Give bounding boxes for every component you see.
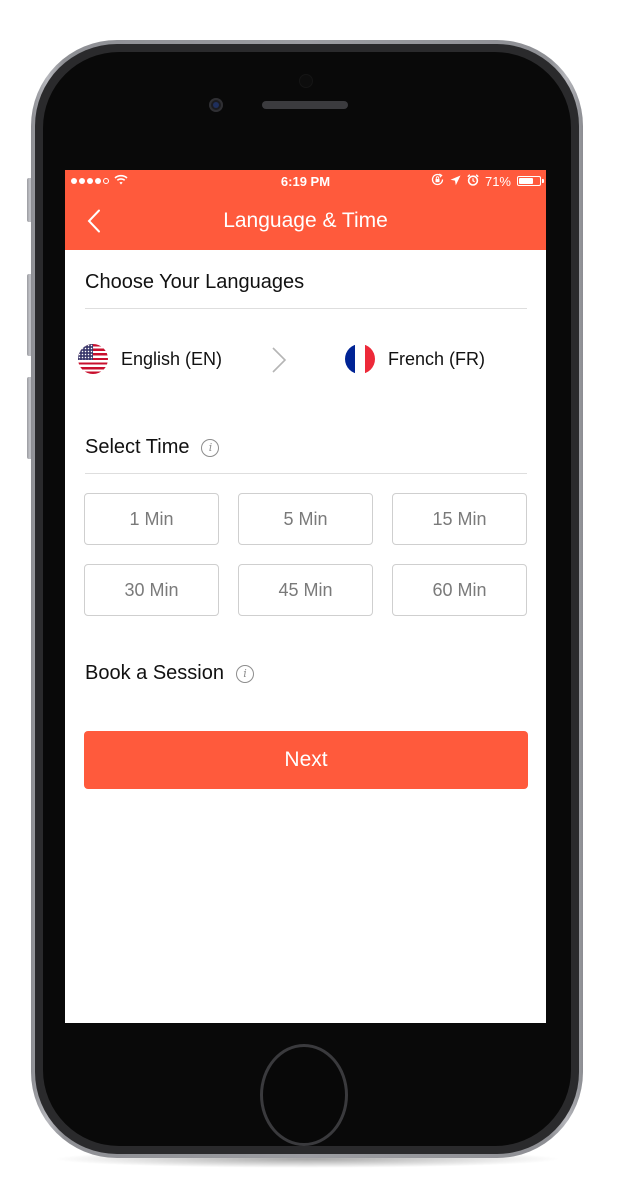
source-language-selector[interactable]: English (EN) [78, 344, 222, 374]
languages-divider [85, 308, 527, 309]
orientation-lock-icon [431, 173, 444, 189]
earpiece-speaker [262, 101, 348, 109]
status-right: 71% [431, 173, 544, 189]
alarm-clock-icon [467, 173, 479, 189]
page-title: Language & Time [223, 209, 388, 232]
session-section-title: Book a Session i [85, 662, 254, 685]
france-flag-icon [345, 344, 375, 374]
chevron-right-icon [272, 347, 287, 373]
proximity-sensor [300, 75, 312, 87]
time-section-title: Select Time i [85, 436, 220, 459]
language-pair-row: English (EN) French (FR) [65, 340, 546, 380]
time-options-grid: 1 Min 5 Min 15 Min 30 Min 45 Min 60 Min [84, 493, 528, 616]
location-arrow-icon [450, 174, 461, 189]
target-language-label: French (FR) [388, 348, 486, 369]
time-option-1-min[interactable]: 1 Min [84, 493, 219, 545]
app-screen: 6:19 PM 71% Language & Time Choose Your … [65, 170, 546, 1023]
battery-cap [542, 179, 544, 183]
info-icon[interactable]: i [201, 438, 220, 457]
next-button[interactable]: Next [84, 731, 528, 789]
us-flag-icon [78, 344, 108, 374]
source-language-label: English (EN) [121, 348, 223, 369]
time-divider [85, 473, 527, 474]
session-heading: Book a Session [85, 662, 224, 684]
languages-heading: Choose Your Languages [85, 271, 305, 293]
info-icon[interactable]: i [235, 664, 254, 683]
status-bar: 6:19 PM 71% [65, 170, 546, 192]
front-camera [209, 98, 223, 112]
swap-languages-button[interactable] [270, 346, 288, 379]
navigation-bar: Language & Time [65, 192, 546, 250]
languages-section-title: Choose Your Languages [85, 271, 304, 294]
battery-percent: 71% [484, 173, 511, 189]
time-option-30-min[interactable]: 30 Min [84, 564, 219, 616]
target-language-selector[interactable]: French (FR) [345, 344, 485, 374]
home-button[interactable] [260, 1044, 348, 1146]
time-option-60-min[interactable]: 60 Min [392, 564, 527, 616]
time-option-45-min[interactable]: 45 Min [238, 564, 373, 616]
battery-level [519, 178, 534, 184]
time-option-15-min[interactable]: 15 Min [392, 493, 527, 545]
battery-icon [517, 176, 544, 186]
time-heading: Select Time [85, 436, 190, 458]
time-option-5-min[interactable]: 5 Min [238, 493, 373, 545]
